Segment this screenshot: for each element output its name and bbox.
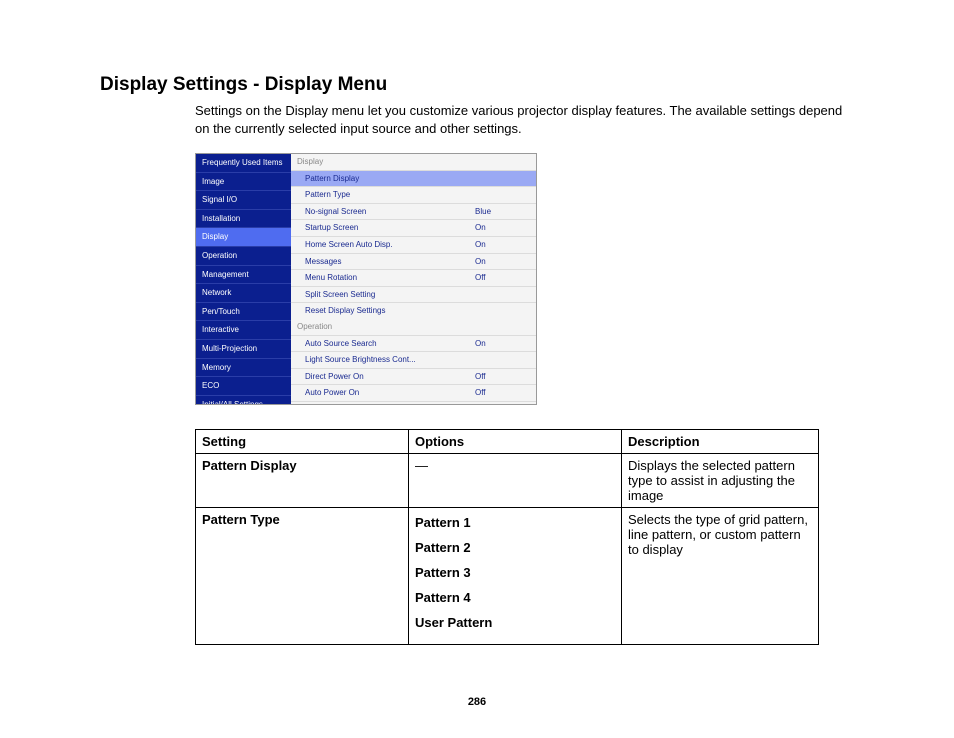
panel-row-label: No-signal Screen bbox=[305, 207, 475, 217]
sidebar-item[interactable]: Interactive bbox=[196, 321, 291, 340]
sidebar-item[interactable]: Memory bbox=[196, 359, 291, 378]
sidebar-item[interactable]: Display bbox=[196, 228, 291, 247]
panel-row-value: On bbox=[475, 339, 530, 349]
panel-row-label: Startup Screen bbox=[305, 223, 475, 233]
table-header-options: Options bbox=[409, 430, 622, 454]
panel-row-label: Pattern Type bbox=[305, 190, 475, 200]
option-value: User Pattern bbox=[415, 615, 615, 630]
table-row: Pattern Display—Displays the selected pa… bbox=[196, 454, 819, 508]
panel-row-label: Auto Source Search bbox=[305, 339, 475, 349]
cell-description: Selects the type of grid pattern, line p… bbox=[622, 508, 819, 645]
panel-row[interactable]: Light Source Brightness Cont... bbox=[291, 351, 536, 368]
projector-menu-figure: Frequently Used ItemsImageSignal I/OInst… bbox=[195, 153, 537, 405]
panel-row-label: Auto Power On bbox=[305, 388, 475, 398]
sidebar-item[interactable]: Initial/All Settings bbox=[196, 396, 291, 405]
table-header-description: Description bbox=[622, 430, 819, 454]
cell-setting: Pattern Type bbox=[196, 508, 409, 645]
panel-row-label: Light Source Brightness Cont... bbox=[305, 355, 475, 365]
panel-row[interactable]: No-signal ScreenBlue bbox=[291, 203, 536, 220]
panel-row-label: Menu Rotation bbox=[305, 273, 475, 283]
panel-row-label: Direct Power On bbox=[305, 372, 475, 382]
sidebar-item[interactable]: Frequently Used Items bbox=[196, 154, 291, 173]
panel-row-label: Pattern Display bbox=[305, 174, 475, 184]
panel-row-value: Off bbox=[475, 388, 530, 398]
sidebar-item[interactable]: Operation bbox=[196, 247, 291, 266]
sidebar-item[interactable]: Multi-Projection bbox=[196, 340, 291, 359]
panel-row-label: Home Screen Auto Disp. bbox=[305, 240, 475, 250]
panel-row-value: Off bbox=[475, 372, 530, 382]
sidebar-item[interactable]: ECO bbox=[196, 377, 291, 396]
intro-text: Settings on the Display menu let you cus… bbox=[195, 102, 854, 137]
menu-sidebar: Frequently Used ItemsImageSignal I/OInst… bbox=[196, 154, 291, 404]
sidebar-item[interactable]: Installation bbox=[196, 210, 291, 229]
cell-description: Displays the selected pattern type to as… bbox=[622, 454, 819, 508]
panel-row[interactable]: Direct Power OnOff bbox=[291, 368, 536, 385]
page-title: Display Settings - Display Menu bbox=[100, 74, 854, 96]
panel-row[interactable]: Menu RotationOff bbox=[291, 269, 536, 286]
option-value: Pattern 4 bbox=[415, 590, 615, 605]
panel-row-label: Reset Display Settings bbox=[305, 306, 475, 316]
panel-row[interactable]: Sleep ModeOn︿ bbox=[291, 401, 536, 405]
panel-row[interactable]: Pattern Display bbox=[291, 170, 536, 187]
panel-row[interactable]: Auto Source SearchOn bbox=[291, 335, 536, 352]
option-value: Pattern 1 bbox=[415, 515, 615, 530]
panel-row-label: Split Screen Setting bbox=[305, 290, 475, 300]
panel-row-value: On bbox=[475, 257, 530, 267]
panel-row-value: Blue bbox=[475, 207, 530, 217]
panel-row[interactable]: MessagesOn bbox=[291, 253, 536, 270]
panel-row[interactable]: Auto Power OnOff bbox=[291, 384, 536, 401]
sidebar-item[interactable]: Signal I/O bbox=[196, 191, 291, 210]
panel-row[interactable]: Reset Display Settings bbox=[291, 302, 536, 319]
panel-row-label: Messages bbox=[305, 257, 475, 267]
sidebar-item[interactable]: Image bbox=[196, 173, 291, 192]
panel-row-value: On bbox=[475, 240, 530, 250]
table-row: Pattern TypePattern 1Pattern 2Pattern 3P… bbox=[196, 508, 819, 645]
sidebar-item[interactable]: Management bbox=[196, 266, 291, 285]
table-header-setting: Setting bbox=[196, 430, 409, 454]
cell-options: Pattern 1 Pattern 2 Pattern 3 Pattern 4 User… bbox=[409, 508, 622, 645]
page-number: 286 bbox=[0, 696, 954, 708]
option-value: Pattern 2 bbox=[415, 540, 615, 555]
panel-row[interactable]: Split Screen Setting bbox=[291, 286, 536, 303]
panel-section-header: Display bbox=[291, 154, 536, 170]
cell-options: — bbox=[409, 454, 622, 508]
panel-row[interactable]: Pattern Type bbox=[291, 186, 536, 203]
settings-table: Setting Options Description Pattern Disp… bbox=[195, 429, 819, 645]
panel-row[interactable]: Startup ScreenOn bbox=[291, 219, 536, 236]
cell-setting: Pattern Display bbox=[196, 454, 409, 508]
option-value: Pattern 3 bbox=[415, 565, 615, 580]
panel-row-value: On bbox=[475, 223, 530, 233]
panel-row-value: Off bbox=[475, 273, 530, 283]
sidebar-item[interactable]: Network bbox=[196, 284, 291, 303]
sidebar-item[interactable]: Pen/Touch bbox=[196, 303, 291, 322]
panel-section-header: Operation bbox=[291, 319, 536, 335]
panel-row[interactable]: Home Screen Auto Disp.On bbox=[291, 236, 536, 253]
menu-panel: Display Pattern Display Pattern Type No-sig… bbox=[291, 154, 536, 404]
